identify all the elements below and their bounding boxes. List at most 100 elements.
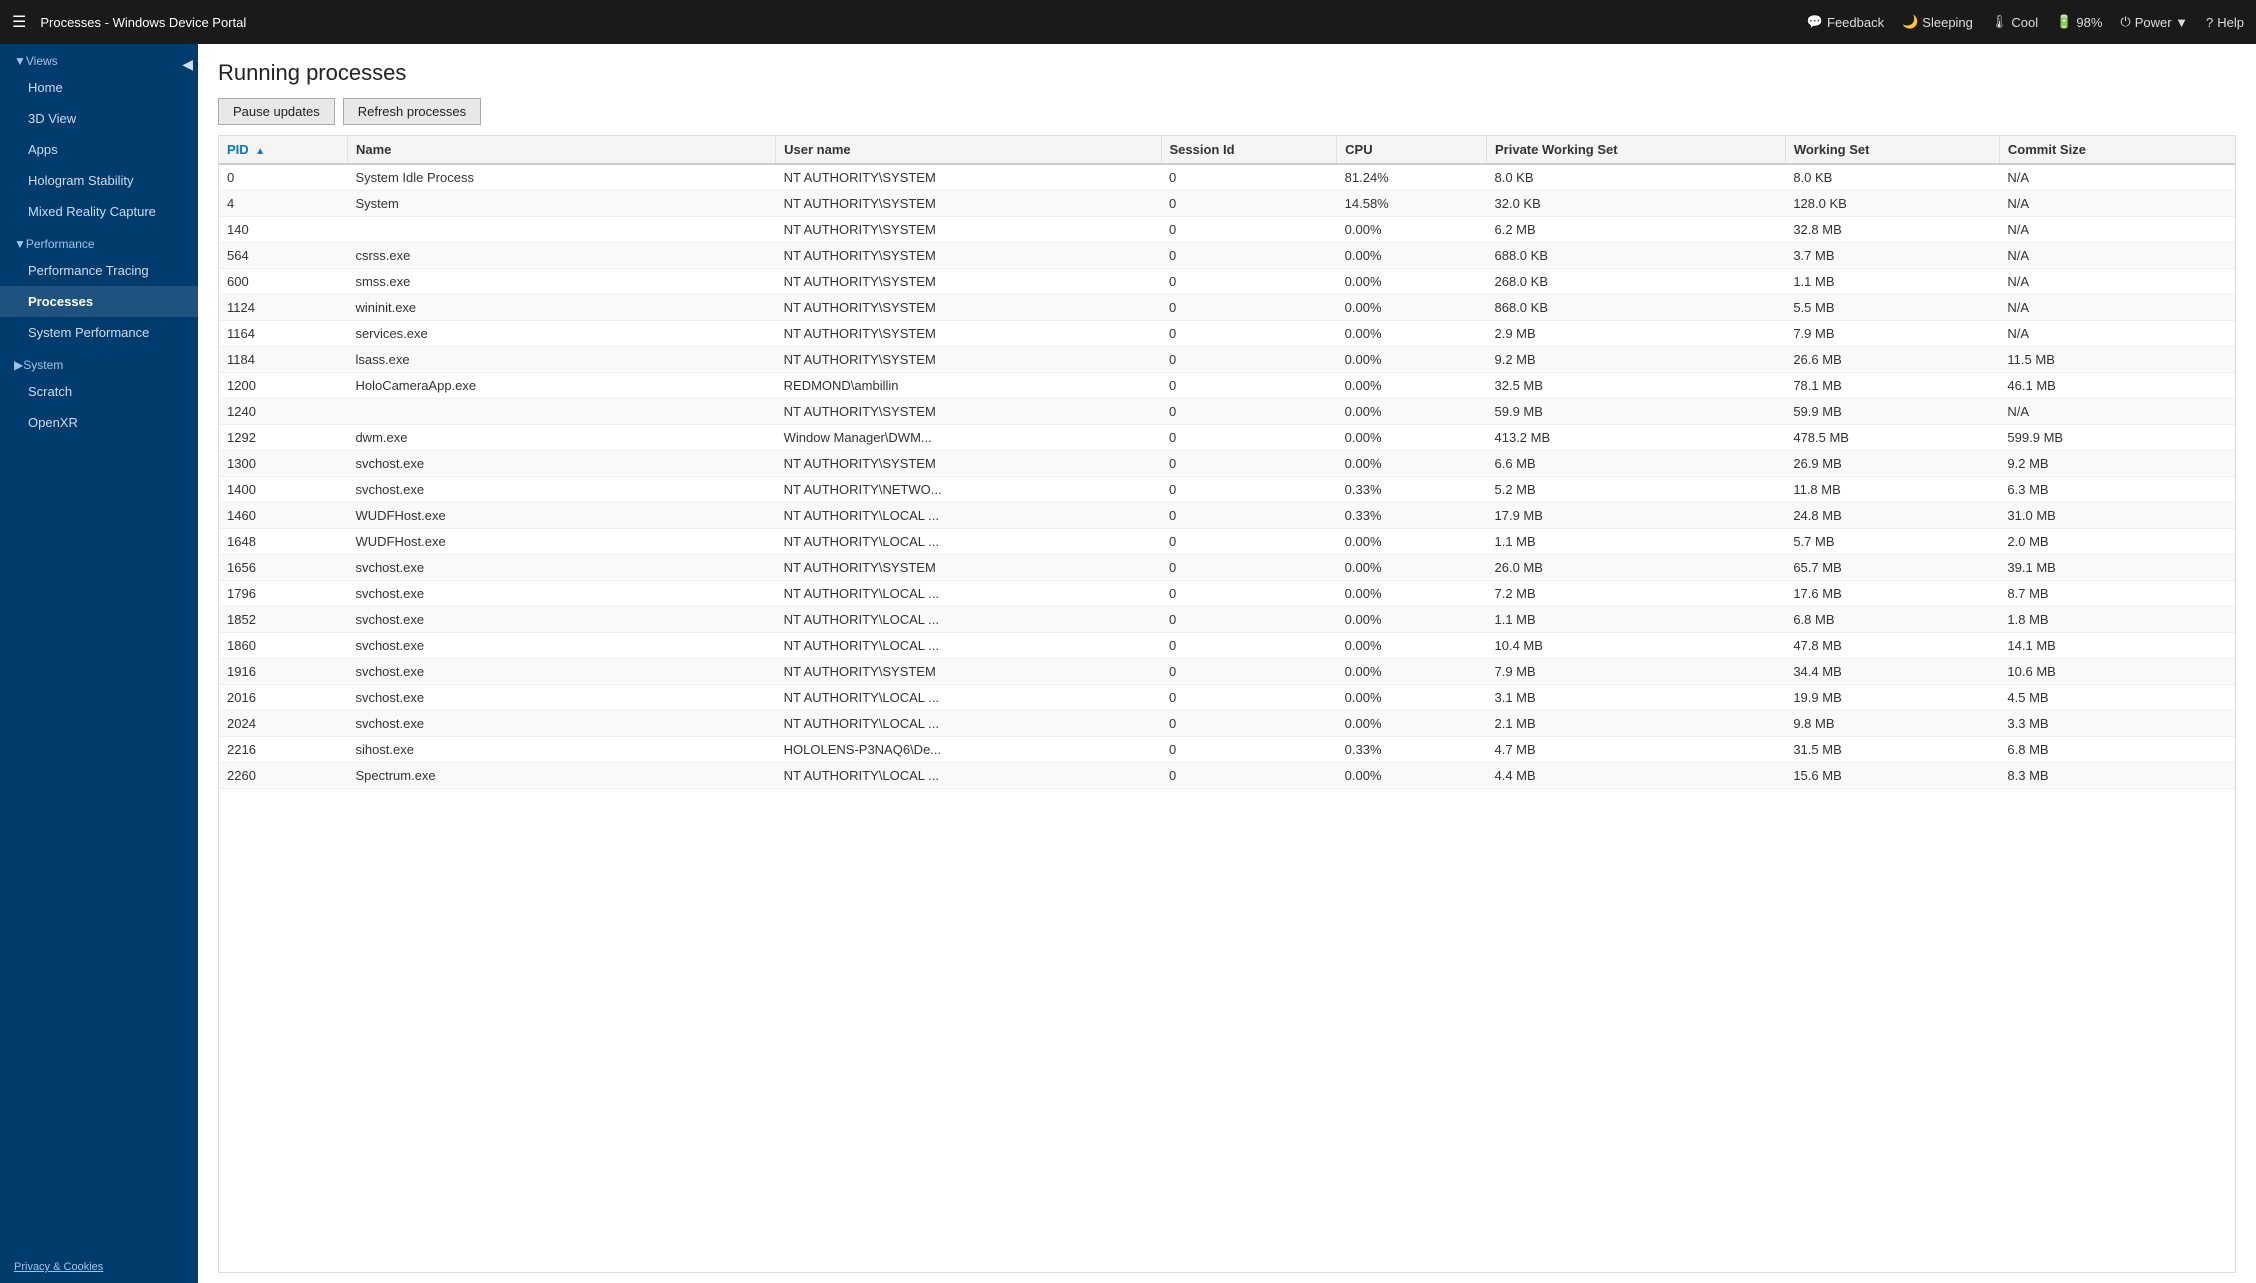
cell-user: Window Manager\DWM... (776, 425, 1161, 451)
cell-pid: 2216 (219, 737, 347, 763)
column-header-commit[interactable]: Commit Size (1999, 136, 2235, 164)
cell-user: NT AUTHORITY\LOCAL ... (776, 607, 1161, 633)
process-table-scroll[interactable]: PID ▲ Name User name Session Id CPU Priv… (219, 136, 2235, 1272)
table-row[interactable]: 1164 services.exe NT AUTHORITY\SYSTEM 0 … (219, 321, 2235, 347)
column-header-pid[interactable]: PID ▲ (219, 136, 347, 164)
table-row[interactable]: 1860 svchost.exe NT AUTHORITY\LOCAL ... … (219, 633, 2235, 659)
table-row[interactable]: 564 csrss.exe NT AUTHORITY\SYSTEM 0 0.00… (219, 243, 2235, 269)
sidebar-item-apps[interactable]: Apps (0, 134, 198, 165)
table-row[interactable]: 1200 HoloCameraApp.exe REDMOND\ambillin … (219, 373, 2235, 399)
sleeping-button[interactable]: 🌙 Sleeping (1902, 14, 1973, 30)
cell-name: services.exe (347, 321, 775, 347)
pause-updates-button[interactable]: Pause updates (218, 98, 335, 125)
cell-pid: 2016 (219, 685, 347, 711)
column-header-session[interactable]: Session Id (1161, 136, 1337, 164)
cell-user: REDMOND\ambillin (776, 373, 1161, 399)
sidebar-item-scratch[interactable]: Scratch (0, 376, 198, 407)
sidebar-item-mixed-reality-capture[interactable]: Mixed Reality Capture (0, 196, 198, 227)
table-row[interactable]: 4 System NT AUTHORITY\SYSTEM 0 14.58% 32… (219, 191, 2235, 217)
cell-user: NT AUTHORITY\SYSTEM (776, 217, 1161, 243)
cell-cpu: 0.00% (1337, 659, 1487, 685)
cell-name: System (347, 191, 775, 217)
cell-user: NT AUTHORITY\SYSTEM (776, 295, 1161, 321)
cell-cpu: 0.33% (1337, 477, 1487, 503)
table-row[interactable]: 1916 svchost.exe NT AUTHORITY\SYSTEM 0 0… (219, 659, 2235, 685)
sidebar-section-views[interactable]: ▼Views (0, 44, 198, 72)
cell-name: svchost.exe (347, 581, 775, 607)
power-button[interactable]: ⏻ Power ▼ (2120, 14, 2188, 30)
table-row[interactable]: 1300 svchost.exe NT AUTHORITY\SYSTEM 0 0… (219, 451, 2235, 477)
cell-pid: 600 (219, 269, 347, 295)
table-header-row: PID ▲ Name User name Session Id CPU Priv… (219, 136, 2235, 164)
cell-name: svchost.exe (347, 607, 775, 633)
sidebar-item-hologram-stability[interactable]: Hologram Stability (0, 165, 198, 196)
table-row[interactable]: 600 smss.exe NT AUTHORITY\SYSTEM 0 0.00%… (219, 269, 2235, 295)
cell-session: 0 (1161, 347, 1337, 373)
column-header-pws[interactable]: Private Working Set (1487, 136, 1786, 164)
sidebar-item-performance-tracing[interactable]: Performance Tracing (0, 255, 198, 286)
cell-commit: 11.5 MB (1999, 347, 2235, 373)
table-row[interactable]: 1460 WUDFHost.exe NT AUTHORITY\LOCAL ...… (219, 503, 2235, 529)
cell-session: 0 (1161, 373, 1337, 399)
sidebar-item-home[interactable]: Home (0, 72, 198, 103)
battery-button[interactable]: 🔋 98% (2056, 14, 2102, 30)
cell-session: 0 (1161, 685, 1337, 711)
cell-session: 0 (1161, 633, 1337, 659)
cell-name: svchost.exe (347, 555, 775, 581)
cell-name: lsass.exe (347, 347, 775, 373)
help-button[interactable]: ? Help (2206, 15, 2244, 30)
table-row[interactable]: 1648 WUDFHost.exe NT AUTHORITY\LOCAL ...… (219, 529, 2235, 555)
table-row[interactable]: 140 NT AUTHORITY\SYSTEM 0 0.00% 6.2 MB 3… (219, 217, 2235, 243)
table-row[interactable]: 2260 Spectrum.exe NT AUTHORITY\LOCAL ...… (219, 763, 2235, 789)
sidebar-item-system-performance[interactable]: System Performance (0, 317, 198, 348)
table-row[interactable]: 0 System Idle Process NT AUTHORITY\SYSTE… (219, 164, 2235, 191)
menu-icon[interactable]: ☰ (12, 12, 26, 32)
cell-pws: 26.0 MB (1487, 555, 1786, 581)
table-row[interactable]: 1796 svchost.exe NT AUTHORITY\LOCAL ... … (219, 581, 2235, 607)
feedback-button[interactable]: 💬 Feedback (1807, 14, 1884, 30)
column-header-name[interactable]: Name (347, 136, 775, 164)
cell-name: svchost.exe (347, 477, 775, 503)
cell-commit: 14.1 MB (1999, 633, 2235, 659)
cell-pws: 2.1 MB (1487, 711, 1786, 737)
cell-session: 0 (1161, 295, 1337, 321)
table-row[interactable]: 1852 svchost.exe NT AUTHORITY\LOCAL ... … (219, 607, 2235, 633)
content-header: Running processes Pause updates Refresh … (198, 44, 2256, 135)
cell-cpu: 14.58% (1337, 191, 1487, 217)
table-row[interactable]: 1184 lsass.exe NT AUTHORITY\SYSTEM 0 0.0… (219, 347, 2235, 373)
cell-commit: N/A (1999, 243, 2235, 269)
sidebar-item-openxr[interactable]: OpenXR (0, 407, 198, 438)
cell-pid: 1656 (219, 555, 347, 581)
table-row[interactable]: 2024 svchost.exe NT AUTHORITY\LOCAL ... … (219, 711, 2235, 737)
column-header-username[interactable]: User name (776, 136, 1161, 164)
table-row[interactable]: 1292 dwm.exe Window Manager\DWM... 0 0.0… (219, 425, 2235, 451)
table-row[interactable]: 2016 svchost.exe NT AUTHORITY\LOCAL ... … (219, 685, 2235, 711)
column-header-ws[interactable]: Working Set (1785, 136, 1999, 164)
sidebar-section-performance[interactable]: ▼Performance (0, 227, 198, 255)
sidebar-item-3d-view[interactable]: 3D View (0, 103, 198, 134)
refresh-processes-button[interactable]: Refresh processes (343, 98, 481, 125)
cool-button[interactable]: 🌡 Cool (1991, 14, 2038, 30)
cell-name: svchost.exe (347, 451, 775, 477)
privacy-cookies-link[interactable]: Privacy & Cookies (0, 1251, 198, 1283)
cell-session: 0 (1161, 529, 1337, 555)
cell-pid: 2024 (219, 711, 347, 737)
table-row[interactable]: 2216 sihost.exe HOLOLENS-P3NAQ6\De... 0 … (219, 737, 2235, 763)
cell-ws: 31.5 MB (1785, 737, 1999, 763)
cell-commit: 39.1 MB (1999, 555, 2235, 581)
sidebar-item-processes[interactable]: Processes (0, 286, 198, 317)
sidebar-section-system[interactable]: ▶System (0, 348, 198, 376)
cell-session: 0 (1161, 191, 1337, 217)
cell-user: NT AUTHORITY\NETWO... (776, 477, 1161, 503)
cell-session: 0 (1161, 217, 1337, 243)
table-row[interactable]: 1400 svchost.exe NT AUTHORITY\NETWO... 0… (219, 477, 2235, 503)
table-row[interactable]: 1240 NT AUTHORITY\SYSTEM 0 0.00% 59.9 MB… (219, 399, 2235, 425)
column-header-cpu[interactable]: CPU (1337, 136, 1487, 164)
cell-ws: 128.0 KB (1785, 191, 1999, 217)
table-row[interactable]: 1656 svchost.exe NT AUTHORITY\SYSTEM 0 0… (219, 555, 2235, 581)
cell-pid: 0 (219, 164, 347, 191)
table-row[interactable]: 1124 wininit.exe NT AUTHORITY\SYSTEM 0 0… (219, 295, 2235, 321)
cell-user: NT AUTHORITY\SYSTEM (776, 321, 1161, 347)
cell-session: 0 (1161, 607, 1337, 633)
sidebar-collapse-button[interactable]: ◀ (176, 52, 198, 77)
